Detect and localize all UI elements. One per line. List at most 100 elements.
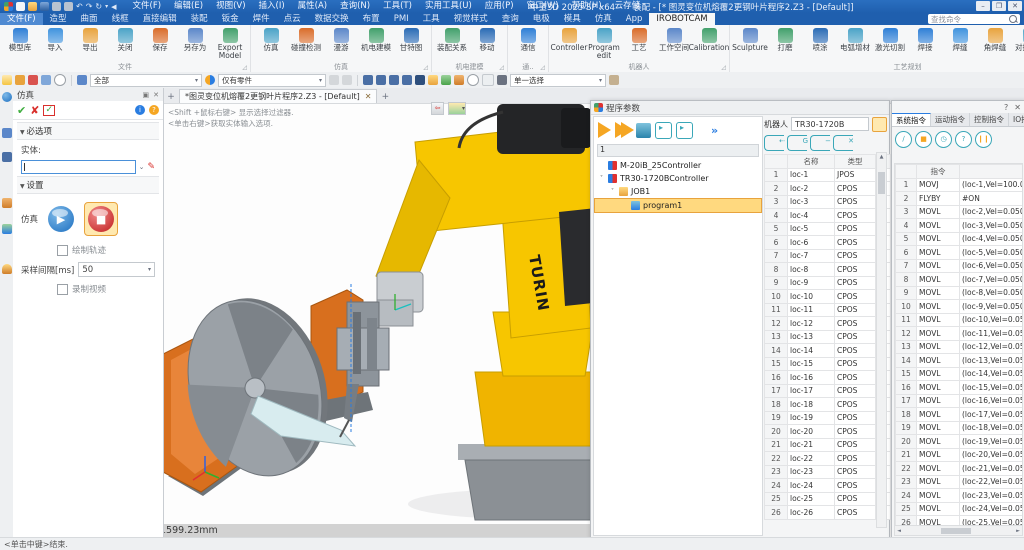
ribbon-tab-App[interactable]: App <box>619 13 650 25</box>
loc-cell[interactable]: loc-2 <box>788 182 835 196</box>
cmd-cell[interactable]: (loc-13,Vel=0.05000,A <box>960 354 1024 368</box>
loc-cell[interactable]: JPOS <box>835 168 876 182</box>
loc-cell[interactable]: CPOS <box>835 263 876 277</box>
tree-item-TR30-1720BController[interactable]: ˅TR30-1720BController <box>594 172 762 185</box>
cmd-cell[interactable]: 3 <box>896 205 917 219</box>
loc-cell[interactable]: CPOS <box>835 506 876 520</box>
command-tab-运动指令[interactable]: 运动指令 <box>931 113 970 126</box>
trace-checkbox[interactable] <box>57 245 68 256</box>
loc-cell[interactable]: CPOS <box>835 479 876 493</box>
add-tab-icon[interactable]: + <box>379 91 391 103</box>
edit-robot-icon[interactable] <box>872 117 887 132</box>
loc-row[interactable]: 17loc-17CPOS1 <box>765 384 891 398</box>
expand-chevrons-icon[interactable]: » <box>711 124 718 137</box>
loc-cell[interactable]: loc-17 <box>788 384 835 398</box>
positioner[interactable] <box>163 281 373 496</box>
pick-mode-dropdown[interactable]: 单一选择▾ <box>510 74 606 87</box>
cmd-cell[interactable]: 8 <box>896 273 917 287</box>
loc-row[interactable]: 18loc-18CPOS1 <box>765 398 891 412</box>
cmd-row[interactable]: 5MOVL(loc-4,Vel=0.05000,A <box>896 232 1024 246</box>
cmd-cell[interactable]: MOVL <box>917 435 960 449</box>
cmd-cell[interactable]: 15 <box>896 367 917 381</box>
ribbon-button-关闭[interactable]: 关闭 <box>108 27 142 52</box>
simulation-tab-icon[interactable] <box>2 92 12 102</box>
cmd-cell[interactable]: MOVL <box>917 354 960 368</box>
filter-list-icon[interactable] <box>77 75 87 85</box>
command-tab-IO指令[interactable]: IO指令 <box>1009 113 1024 126</box>
loc-cell[interactable]: CPOS <box>835 398 876 412</box>
cmd-cell[interactable]: (loc-22,Vel=0.05000,A <box>960 475 1024 489</box>
apply-button[interactable]: ✓ <box>43 105 55 116</box>
cmd-cell[interactable]: (loc-23,Vel=0.05000,A <box>960 489 1024 503</box>
loc-cell[interactable]: 8 <box>765 263 788 277</box>
cmd-cell[interactable]: 10 <box>896 300 917 314</box>
loc-cell[interactable]: 25 <box>765 492 788 506</box>
pick-box-icon[interactable] <box>41 75 51 85</box>
constraint-icon-4[interactable] <box>402 75 412 85</box>
cmd-cell[interactable]: (loc-21,Vel=0.05000,A <box>960 462 1024 476</box>
loc-cell[interactable]: 23 <box>765 465 788 479</box>
refresh-icon[interactable]: ↻ <box>95 2 102 11</box>
record-checkbox-row[interactable]: 录制视频 <box>57 283 163 295</box>
loc-row[interactable]: 25loc-25CPOS1 <box>765 492 891 506</box>
loc-cell[interactable]: 22 <box>765 452 788 466</box>
cmd-row[interactable]: 22MOVL(loc-21,Vel=0.05000,A <box>896 462 1024 476</box>
loop-continuous-icon[interactable] <box>676 122 693 139</box>
cmd-row[interactable]: 7MOVL(loc-6,Vel=0.05000,A <box>896 259 1024 273</box>
loc-cell[interactable]: CPOS <box>835 303 876 317</box>
cmd-cell[interactable]: 23 <box>896 475 917 489</box>
loc-cell[interactable]: CPOS <box>835 438 876 452</box>
export-icon[interactable] <box>64 2 73 11</box>
menu-item[interactable]: 工具(T) <box>377 0 418 13</box>
document-tab[interactable]: *图灵变位机熔覆2更钢叶片程序2.Z3 - [Default] ✕ <box>179 89 377 103</box>
ribbon-button-Sculpture[interactable]: Sculpture <box>733 27 767 52</box>
loc-cell[interactable]: CPOS <box>835 452 876 466</box>
ribbon-tab-装配[interactable]: 装配 <box>184 13 215 25</box>
cmd-cell[interactable]: 22 <box>896 462 917 476</box>
loc-cell[interactable]: CPOS <box>835 492 876 506</box>
loc-col-header[interactable] <box>765 155 788 169</box>
ribbon-button-导入[interactable]: 导入 <box>38 27 72 52</box>
cmd-cell[interactable]: MOVL <box>917 327 960 341</box>
loc-cell[interactable]: loc-15 <box>788 357 835 371</box>
remove-selection-icon[interactable] <box>28 75 38 85</box>
menu-item[interactable]: 插入(I) <box>253 0 291 13</box>
cmd-row[interactable]: 9MOVL(loc-8,Vel=0.05000,A <box>896 286 1024 300</box>
group-add-icon[interactable] <box>764 135 784 151</box>
undo-icon[interactable]: ↶ <box>76 2 83 11</box>
ribbon-button-电弧增材[interactable]: 电弧增材 <box>838 27 872 52</box>
loc-row[interactable]: 7loc-7CPOS1 <box>765 249 891 263</box>
cmd-row[interactable]: 18MOVL(loc-17,Vel=0.05000,A <box>896 408 1024 422</box>
ribbon-tab-钣金[interactable]: 钣金 <box>215 13 246 25</box>
loc-cell[interactable]: loc-10 <box>788 290 835 304</box>
cmd-row[interactable]: 23MOVL(loc-22,Vel=0.05000,A <box>896 475 1024 489</box>
cmd-row[interactable]: 16MOVL(loc-15,Vel=0.05000,A <box>896 381 1024 395</box>
loc-cell[interactable]: loc-7 <box>788 249 835 263</box>
loc-cell[interactable]: loc-8 <box>788 263 835 277</box>
loc-cell[interactable]: CPOS <box>835 344 876 358</box>
loop-once-icon[interactable] <box>655 122 672 139</box>
pick-entity-icon[interactable]: ✎ <box>147 162 155 172</box>
loc-cell[interactable]: 12 <box>765 317 788 331</box>
loc-cell[interactable]: 18 <box>765 398 788 412</box>
loc-cell[interactable]: 24 <box>765 479 788 493</box>
add-selection-icon[interactable] <box>15 75 25 85</box>
location-table[interactable]: 名称类型1loc-1JPOS-2loc-2CPOS13loc-3CPOS14lo… <box>764 154 891 520</box>
ribbon-button-碰撞检测[interactable]: 碰撞检测 <box>289 27 323 52</box>
ribbon-tab-曲面[interactable]: 曲面 <box>74 13 105 25</box>
loc-row[interactable]: 12loc-12CPOS1 <box>765 317 891 331</box>
constraint-icon-3[interactable] <box>389 75 399 85</box>
cmd-cell[interactable]: 13 <box>896 340 917 354</box>
cmd-cell[interactable]: MOVL <box>917 394 960 408</box>
user-icon[interactable] <box>2 264 12 274</box>
loc-row[interactable]: 3loc-3CPOS1 <box>765 195 891 209</box>
loc-cell[interactable]: CPOS <box>835 384 876 398</box>
loc-cell[interactable]: loc-22 <box>788 452 835 466</box>
loc-col-header[interactable]: 类型 <box>835 155 876 169</box>
new-file-icon[interactable] <box>16 2 25 11</box>
loc-row[interactable]: 21loc-21CPOS1 <box>765 438 891 452</box>
tree-expand-icon[interactable]: ˅ <box>609 188 616 195</box>
tools-icon[interactable] <box>415 75 425 85</box>
cmd-cell[interactable]: FLYBY <box>917 192 960 206</box>
loc-row[interactable]: 2loc-2CPOS1 <box>765 182 891 196</box>
